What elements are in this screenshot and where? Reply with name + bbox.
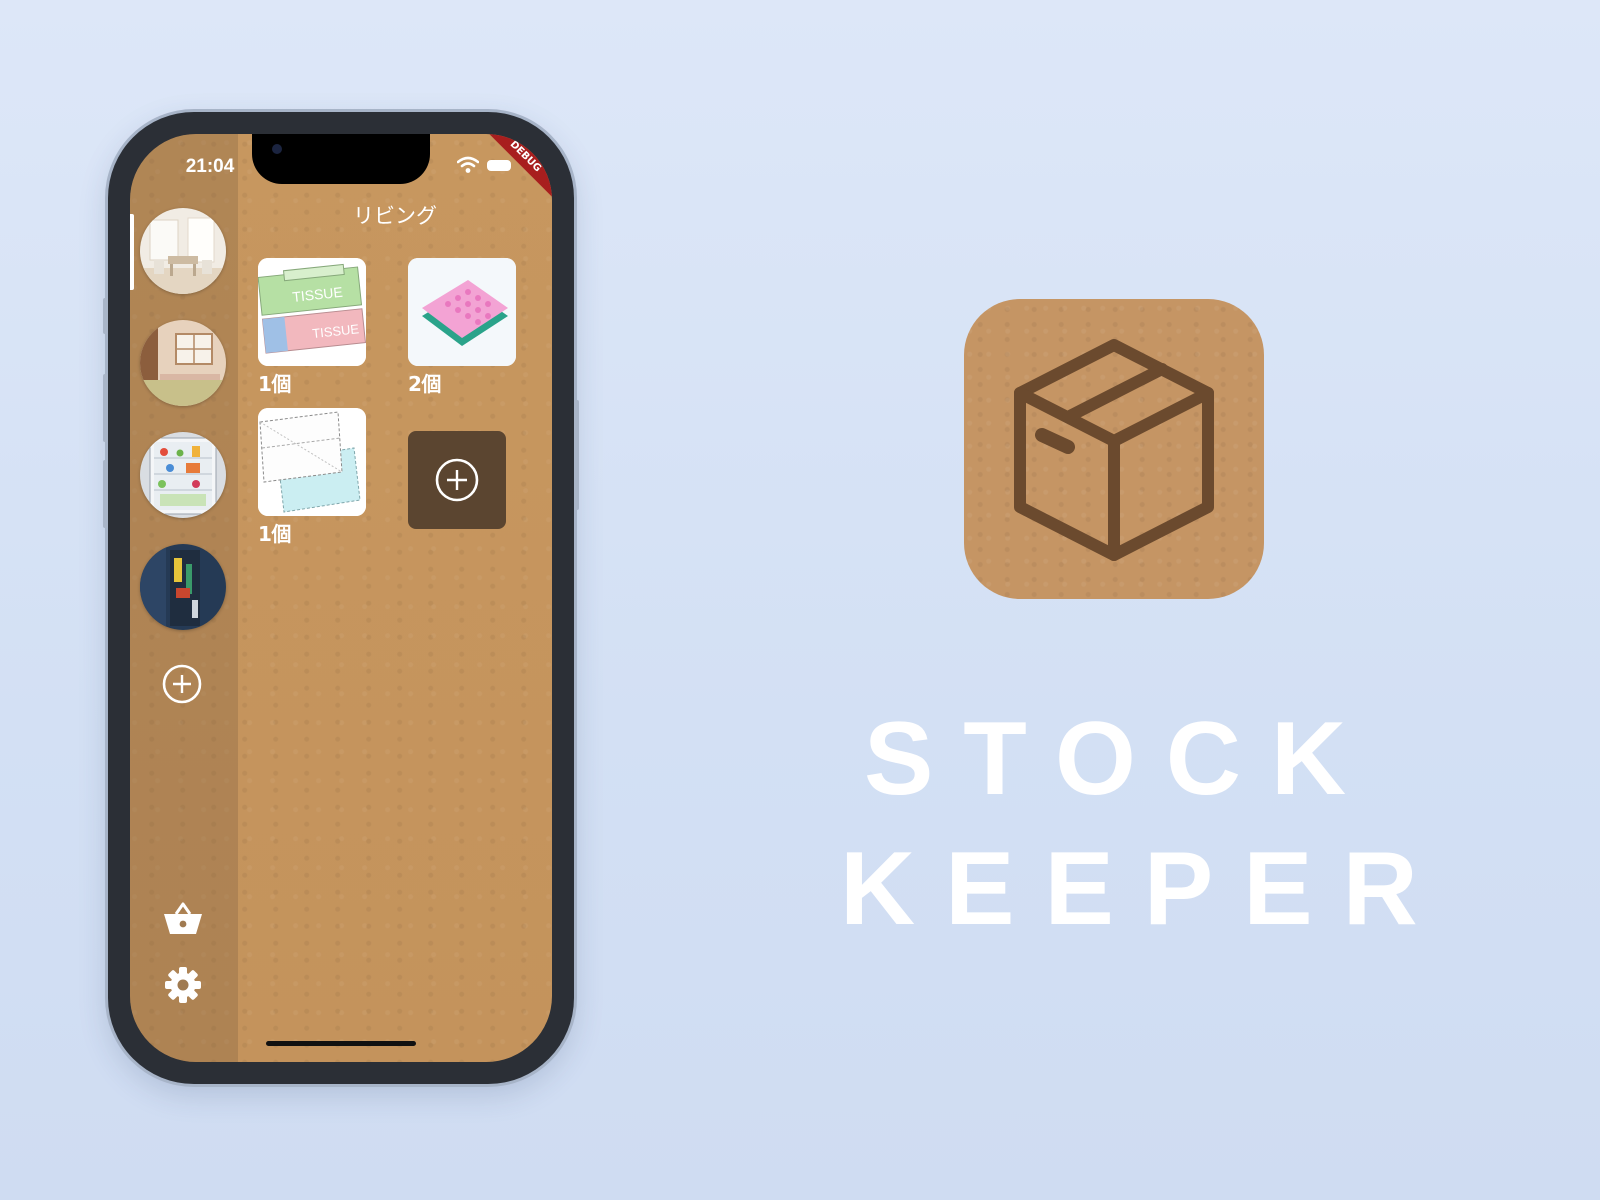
status-time: 21:04 <box>185 156 235 177</box>
front-camera <box>272 144 282 154</box>
battery-icon <box>487 160 511 171</box>
app-title-line2: KEEPER <box>840 831 1448 947</box>
room-thumb-refrigerator[interactable] <box>140 432 226 518</box>
add-room-button[interactable] <box>162 664 202 704</box>
item-sponge[interactable]: 2個 <box>408 258 516 397</box>
japanese-room-photo <box>140 320 226 406</box>
item-count-sponge: 2個 <box>408 372 441 396</box>
app-screen: 21:04 DEBUG リビング TISSUE TISSUE 1個 2個 1個 <box>130 134 552 1062</box>
phone-side-button <box>103 298 108 334</box>
phone-volume-up <box>103 374 108 442</box>
refrigerator-photo <box>140 432 226 518</box>
box-icon <box>1014 339 1214 561</box>
add-item-button[interactable] <box>408 431 506 529</box>
app-title-line1: STOCK <box>863 701 1377 817</box>
room-thumb-japanese[interactable] <box>140 320 226 406</box>
phone-power-button <box>574 400 579 510</box>
item-image-sponge <box>408 258 516 366</box>
app-icon <box>964 299 1264 599</box>
item-count-tissue: 1個 <box>258 372 291 396</box>
active-room-indicator <box>130 214 134 290</box>
item-masks[interactable]: 1個 <box>258 408 366 547</box>
item-image-tissue: TISSUE TISSUE <box>258 258 366 366</box>
gear-icon[interactable] <box>164 966 202 1004</box>
plus-circle-icon <box>435 458 479 502</box>
item-image-masks <box>258 408 366 516</box>
living-room-photo <box>140 208 226 294</box>
item-tissue[interactable]: TISSUE TISSUE 1個 <box>258 258 366 397</box>
room-title: リビング <box>353 204 437 228</box>
item-count-masks: 1個 <box>258 522 291 546</box>
wifi-icon <box>457 156 479 173</box>
basket-icon[interactable] <box>163 900 203 936</box>
home-indicator <box>266 1041 416 1046</box>
notch <box>252 134 430 184</box>
phone-mockup: 21:04 DEBUG リビング TISSUE TISSUE 1個 2個 1個 <box>103 112 579 1084</box>
room-thumb-living[interactable] <box>140 208 226 294</box>
closet-photo <box>140 544 226 630</box>
phone-volume-down <box>103 460 108 528</box>
room-thumb-closet[interactable] <box>140 544 226 630</box>
